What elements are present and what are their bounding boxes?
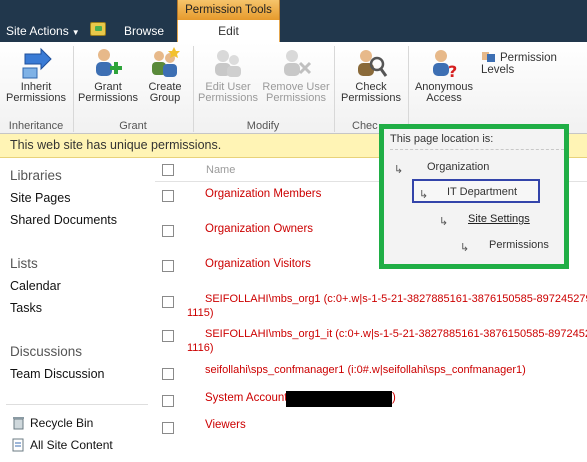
hierarchy-node-permissions: Permissions [489, 239, 549, 251]
nav-item-recycle-bin[interactable]: Recycle Bin [30, 416, 93, 430]
remove-user-permissions-icon [284, 50, 312, 76]
ribbon-separator [408, 46, 409, 132]
hierarchy-node-it-department[interactable]: IT Department [447, 186, 517, 198]
nav-divider [6, 404, 148, 405]
page-location-popup: This page location is: ↳ Organization ↳ … [379, 124, 569, 269]
grant-permissions-button[interactable]: Grant Permissions [76, 46, 140, 116]
table-row-name-continuation: 1116) [187, 342, 214, 354]
top-bar [0, 0, 587, 42]
remove-user-permissions-label: Remove User Permissions [262, 81, 330, 104]
popup-divider [390, 149, 564, 150]
redaction-block [286, 391, 392, 407]
table-row-name-suffix: ) [392, 392, 396, 404]
table-row-name[interactable]: Organization Members [205, 188, 321, 200]
hierarchy-arrow-icon: ↳ [394, 164, 404, 176]
row-checkbox[interactable] [162, 225, 174, 237]
remove-user-permissions-button[interactable]: Remove User Permissions [262, 46, 330, 116]
hierarchy-arrow-icon: ↳ [439, 216, 449, 228]
table-row-name-continuation: 1115) [187, 307, 214, 319]
row-checkbox[interactable] [162, 395, 174, 407]
hierarchy-node-organization[interactable]: Organization [427, 161, 489, 173]
select-all-checkbox[interactable] [162, 164, 174, 176]
inherit-permissions-button[interactable]: Inherit Permissions [4, 46, 68, 116]
site-actions-label: Site Actions [6, 24, 69, 38]
hierarchy-arrow-icon: ↳ [419, 189, 429, 201]
hierarchy-arrow-icon: ↳ [460, 242, 470, 254]
edit-user-permissions-label: Edit User Permissions [198, 81, 258, 104]
group-label-grant: Grant [119, 120, 147, 132]
recycle-bin-icon [13, 417, 24, 430]
row-checkbox[interactable] [162, 296, 174, 308]
create-group-button[interactable]: Create Group [142, 46, 188, 116]
ribbon-separator [334, 46, 335, 132]
nav-heading-libraries[interactable]: Libraries [10, 168, 62, 183]
anonymous-access-button[interactable]: ? Anonymous Access [410, 46, 478, 116]
permission-tools-context-label: Permission Tools [177, 0, 280, 20]
group-label-inheritance: Inheritance [8, 120, 64, 132]
grant-permissions-label: Grant Permissions [78, 81, 138, 104]
table-row-name[interactable]: SEIFOLLAHI\mbs_org1 (c:0+.w|s-1-5-21-382… [205, 293, 587, 305]
hierarchy-node-site-settings[interactable]: Site Settings [468, 213, 530, 225]
group-label-check: Chec [352, 120, 378, 132]
anonymous-access-icon: ? [433, 50, 457, 80]
table-row-name[interactable]: System Account [205, 392, 287, 404]
nav-item-all-site-content[interactable]: All Site Content [30, 438, 113, 452]
row-checkbox[interactable] [162, 330, 174, 342]
nav-item-calendar[interactable]: Calendar [10, 279, 61, 293]
nav-item-team-discussion[interactable]: Team Discussion [10, 367, 104, 381]
edit-user-permissions-button[interactable]: Edit User Permissions [196, 46, 260, 116]
table-row-name[interactable]: SEIFOLLAHI\mbs_org1_it (c:0+.w|s-1-5-21-… [205, 328, 587, 340]
tab-browse[interactable]: Browse [113, 24, 175, 38]
table-row-name[interactable]: Organization Owners [205, 223, 313, 235]
inherit-permissions-icon [22, 47, 52, 79]
check-permissions-icon [358, 50, 388, 77]
anonymous-access-label: Anonymous Access [414, 81, 474, 104]
nav-item-tasks[interactable]: Tasks [10, 301, 42, 315]
row-checkbox[interactable] [162, 368, 174, 380]
row-checkbox[interactable] [162, 190, 174, 202]
svg-text:?: ? [448, 62, 457, 80]
inherit-permissions-label: Inherit Permissions [6, 81, 66, 104]
permission-levels-button[interactable]: Permission Levels [481, 50, 587, 76]
group-label-modify: Modify [246, 120, 280, 132]
all-site-content-icon [12, 438, 24, 452]
navigate-up-folder-icon[interactable] [90, 22, 106, 36]
grant-permissions-icon [96, 49, 122, 76]
row-checkbox[interactable] [162, 422, 174, 434]
table-row-name[interactable]: seifollahi\sps_confmanager1 (i:0#.w|seif… [205, 364, 526, 376]
check-permissions-label: Check Permissions [341, 81, 401, 104]
nav-item-shared-documents[interactable]: Shared Documents [10, 213, 117, 227]
tab-edit[interactable]: Edit [177, 20, 280, 43]
edit-user-permissions-icon [215, 50, 241, 77]
check-permissions-button[interactable]: Check Permissions [338, 46, 404, 116]
site-actions-menu[interactable]: Site Actions ▼ [6, 24, 80, 38]
create-group-icon [152, 47, 180, 77]
table-row-name[interactable]: Viewers [205, 419, 246, 431]
create-group-label: Create Group [148, 81, 182, 104]
row-checkbox[interactable] [162, 260, 174, 272]
table-row-name[interactable]: Organization Visitors [205, 258, 311, 270]
ribbon: Inherit Permissions Grant Permissions Cr… [0, 42, 587, 134]
nav-item-site-pages[interactable]: Site Pages [10, 191, 70, 205]
nav-heading-lists[interactable]: Lists [10, 256, 38, 271]
nav-heading-discussions[interactable]: Discussions [10, 344, 82, 359]
permission-levels-icon [482, 52, 495, 62]
column-header-name[interactable]: Name [206, 164, 235, 176]
popup-title: This page location is: [390, 133, 494, 145]
chevron-down-icon: ▼ [71, 28, 80, 37]
